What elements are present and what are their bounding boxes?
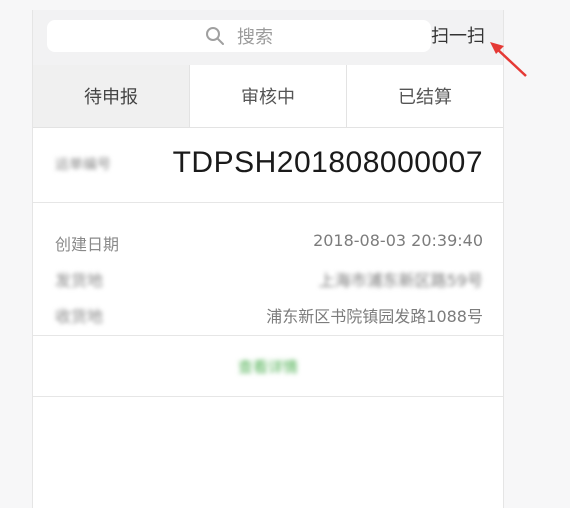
detail-label-origin: 发货地 [55, 271, 104, 290]
detail-row-date: 创建日期 2018-08-03 20:39:40 [33, 227, 503, 257]
top-bar: 搜索 扫一扫 [33, 10, 503, 65]
record-details: 创建日期 2018-08-03 20:39:40 发货地 上海市浦东新区路59号… [33, 203, 503, 336]
annotation-arrow-icon [490, 42, 527, 77]
record-card-header[interactable]: 运单编号 TDPSH201808000007 [33, 128, 503, 203]
detail-value-destination: 浦东新区书院镇园发路1088号 [266, 307, 483, 326]
record-id-label: 运单编号 [55, 157, 111, 173]
search-input[interactable]: 搜索 [47, 20, 431, 52]
search-placeholder: 搜索 [237, 27, 273, 48]
search-icon [206, 27, 224, 45]
tab-reviewing[interactable]: 审核中 [190, 65, 347, 127]
detail-label-date: 创建日期 [55, 235, 120, 254]
view-details-label: 查看详情 [237, 357, 298, 376]
scan-button[interactable]: 扫一扫 [431, 22, 485, 48]
status-tabs: 待申报 审核中 已结算 [33, 65, 503, 128]
detail-value-date: 2018-08-03 20:39:40 [313, 231, 483, 250]
tab-pending[interactable]: 待申报 [33, 65, 190, 127]
detail-value-origin: 上海市浦东新区路59号 [318, 271, 483, 290]
detail-row-origin: 发货地 上海市浦东新区路59号 [33, 263, 503, 293]
record-id-value: TDPSH201808000007 [172, 146, 483, 179]
tab-settled[interactable]: 已结算 [347, 65, 503, 127]
view-details-button[interactable]: 查看详情 [33, 336, 503, 397]
detail-label-destination: 收货地 [55, 307, 104, 326]
detail-row-destination: 收货地 浦东新区书院镇园发路1088号 [33, 299, 503, 329]
main-panel: 搜索 扫一扫 待申报 审核中 已结算 运单编号 TDPSH20180800000… [32, 10, 504, 508]
